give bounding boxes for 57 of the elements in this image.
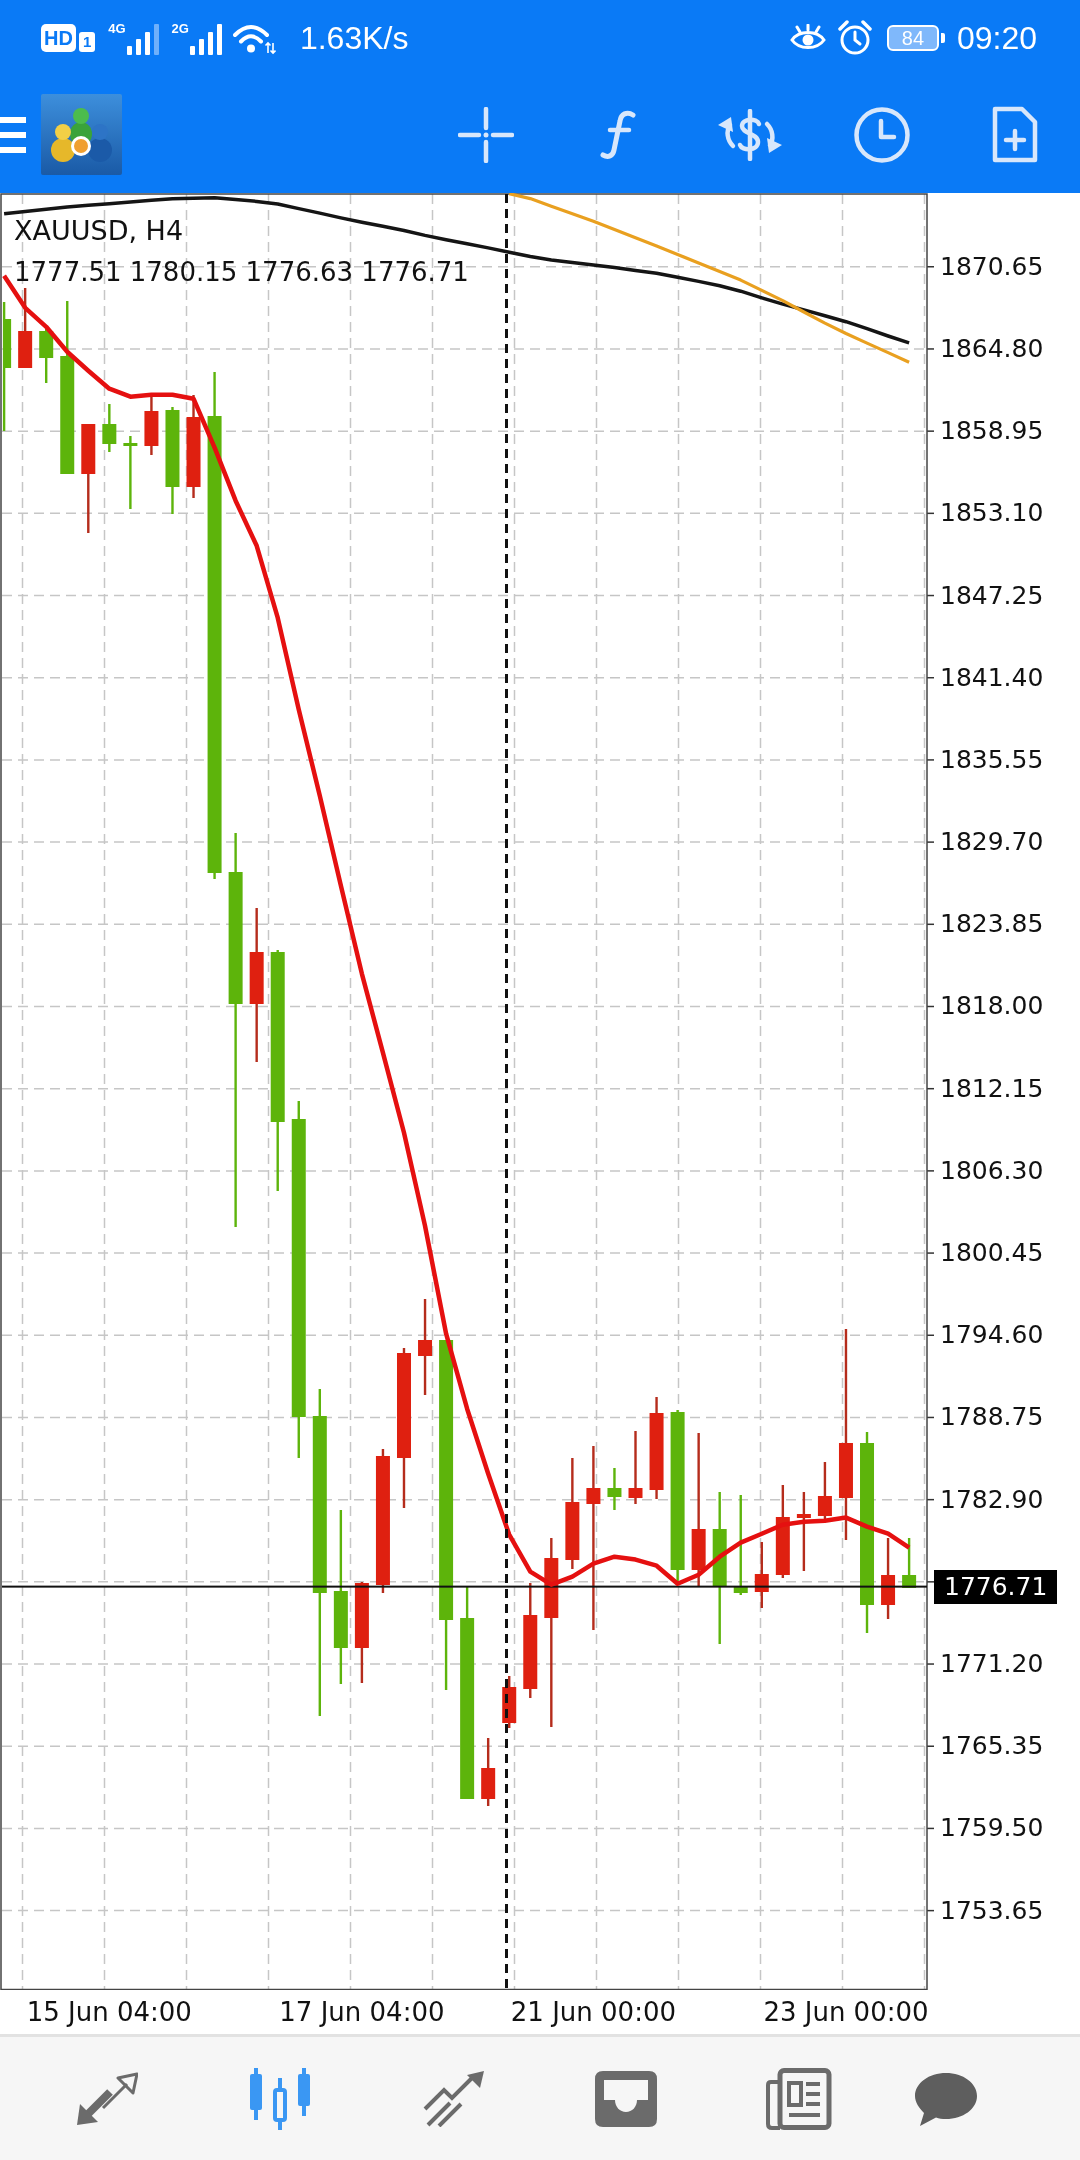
current-price-tag: 1776.71 [934,1569,1058,1604]
candle [39,326,54,383]
sim-badge: 1 [78,32,96,52]
trend-arrow-icon[interactable] [421,2070,484,2127]
price-label: 1835.55 [940,744,1044,775]
price-label: 1870.65 [940,251,1044,282]
price-label: 1765.35 [940,1731,1044,1762]
price-label: 1812.15 [940,1073,1044,1104]
price-label: 1759.50 [940,1813,1044,1844]
price-label: 1782.90 [940,1484,1044,1515]
time-label: 23 Jun 00:00 [763,1997,929,2027]
signal-icon [189,23,224,55]
candle [607,1468,622,1510]
price-label: 1864.80 [940,333,1044,364]
network-type-label: 2G [171,21,189,36]
app-logo-icon[interactable] [41,94,122,175]
clock-icon[interactable] [854,106,910,163]
crosshair-icon[interactable] [458,106,514,163]
speech-bubble-icon[interactable] [915,2070,977,2127]
menu-icon[interactable] [0,116,26,153]
candle [144,397,159,455]
network-type-label: 4G [108,21,126,36]
price-label: 1753.65 [940,1895,1044,1926]
candle [817,1462,832,1519]
status-time: 09:20 [956,19,1037,57]
diagonal-arrows-icon[interactable] [75,2071,138,2126]
price-label: 1794.60 [940,1320,1044,1351]
chart-title: XAUUSD, H4 [14,217,184,244]
price-label: 1853.10 [940,498,1044,529]
price-label: 1788.75 [940,1402,1044,1433]
dollar-arrows-icon[interactable] [716,108,784,161]
function-icon[interactable] [599,109,637,160]
price-label: 1771.20 [940,1649,1044,1680]
time-label: 17 Jun 04:00 [279,1997,445,2027]
tray-icon[interactable] [594,2070,657,2127]
signal-icon [126,23,161,55]
candle [102,404,117,452]
newspaper-icon[interactable] [765,2067,832,2130]
candle [481,1738,496,1806]
file-plus-icon[interactable] [990,106,1038,163]
candle [754,1542,769,1608]
price-label: 1829.70 [940,827,1044,858]
price-label: 1823.85 [940,909,1044,940]
price-label: 1847.25 [940,580,1044,611]
time-label: 15 Jun 04:00 [26,1997,192,2027]
price-label: 1818.00 [940,991,1044,1022]
eye-icon [789,24,826,52]
ohlc-values: 1777.51 1780.15 1776.63 1776.71 [14,257,469,287]
alarm-icon [837,20,872,56]
hd-badge: HD [41,24,76,52]
network-speed: 1.63K/s [299,19,409,57]
battery-percent: 84 [901,27,925,49]
price-label: 1800.45 [940,1238,1044,1269]
time-label: 21 Jun 00:00 [510,1997,676,2027]
price-label: 1806.30 [940,1155,1044,1186]
price-label: 1841.40 [940,662,1044,693]
price-label: 1858.95 [940,416,1044,447]
